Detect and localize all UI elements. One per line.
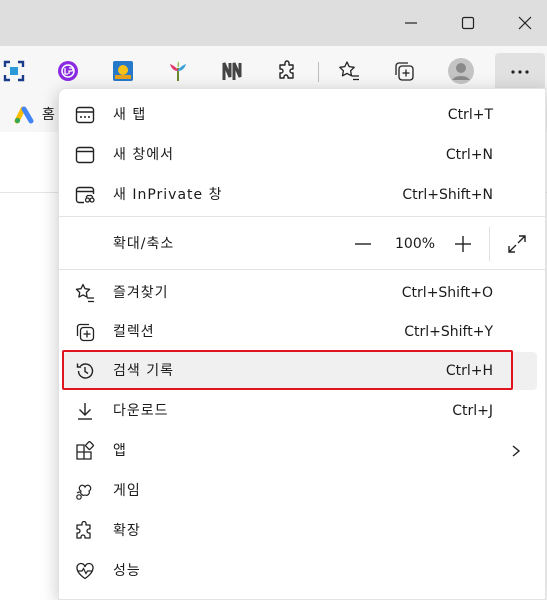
- more-horizontal-icon: [511, 70, 529, 74]
- puzzle-icon: [279, 60, 294, 79]
- menu-item-zoom: 확대/축소 100%: [63, 225, 537, 263]
- fullscreen-button[interactable]: [507, 225, 527, 263]
- new-inprivate-label: 새 InPrivate 창: [113, 187, 223, 203]
- maximize-button[interactable]: [440, 0, 496, 46]
- menu-item-collections[interactable]: 컬렉션 Ctrl+Shift+Y: [63, 313, 537, 351]
- menu-item-new-tab[interactable]: 새 탭 Ctrl+T: [63, 96, 537, 134]
- screen-capture-icon: [3, 60, 25, 82]
- fullscreen-expand-icon: [508, 235, 526, 253]
- settings-and-more-button[interactable]: [495, 53, 545, 91]
- new-window-icon: [75, 146, 95, 164]
- new-tab-shortcut: Ctrl+T: [447, 107, 493, 123]
- zoom-divider: [489, 227, 490, 261]
- downloads-label: 다운로드: [113, 403, 169, 419]
- collections-icon: [76, 323, 95, 342]
- new-window-shortcut: Ctrl+N: [445, 147, 493, 163]
- menu-item-performance[interactable]: 성능: [63, 552, 537, 590]
- weather-icon: [113, 61, 133, 81]
- title-bar: [0, 0, 547, 46]
- favorites-label: 즐겨찾기: [113, 285, 169, 301]
- puzzle-icon: [76, 521, 91, 539]
- plant-extension-button[interactable]: [162, 55, 194, 87]
- download-icon: [78, 403, 92, 420]
- collections-shortcut: Ctrl+Shift+Y: [404, 324, 493, 340]
- toolbar-divider: [318, 62, 319, 82]
- downloads-shortcut: Ctrl+J: [452, 403, 493, 419]
- settings-menu: 새 탭 Ctrl+T 새 창에서 Ctrl+N 새 InPrivate 창 Ct…: [58, 88, 546, 600]
- heart-pulse-icon: [76, 562, 94, 580]
- plus-icon: [455, 236, 471, 252]
- favorites-icon: [75, 283, 94, 303]
- new-window-label: 새 창에서: [113, 147, 174, 163]
- favorite-home-link[interactable]: 홈: [14, 104, 55, 124]
- favorites-toolbar-button[interactable]: [333, 55, 365, 87]
- performance-label: 성능: [113, 563, 141, 579]
- zoom-value: 100%: [395, 236, 436, 252]
- nn-extension-button[interactable]: [217, 55, 249, 87]
- menu-divider: [59, 216, 545, 217]
- apps-icon: [76, 441, 94, 460]
- games-icon: [76, 484, 92, 500]
- profile-button[interactable]: [445, 55, 477, 87]
- collections-icon: [395, 62, 414, 81]
- purple-extension-button[interactable]: [52, 55, 84, 87]
- new-tab-label: 새 탭: [113, 107, 147, 123]
- menu-item-new-inprivate[interactable]: 새 InPrivate 창 Ctrl+Shift+N: [63, 176, 537, 214]
- menu-item-new-window[interactable]: 새 창에서 Ctrl+N: [63, 136, 537, 174]
- extensions-label: 확장: [113, 523, 141, 539]
- zoom-out-button[interactable]: [353, 225, 373, 263]
- minimize-icon: [405, 22, 417, 24]
- google-ads-logo-icon: [14, 106, 34, 124]
- zoom-in-button[interactable]: [453, 225, 473, 263]
- favorites-star-list-icon: [339, 61, 359, 81]
- highlight-box: [62, 350, 513, 390]
- weather-extension-button[interactable]: [107, 55, 139, 87]
- menu-item-downloads[interactable]: 다운로드 Ctrl+J: [63, 392, 537, 430]
- zoom-label: 확대/축소: [113, 236, 175, 252]
- sprout-icon: [170, 61, 186, 81]
- menu-item-extensions[interactable]: 확장: [63, 512, 537, 550]
- games-label: 게임: [113, 483, 141, 499]
- screen-capture-extension-button[interactable]: [0, 55, 30, 87]
- favorite-home-label: 홈: [42, 107, 55, 123]
- minus-icon: [355, 243, 371, 245]
- extensions-button[interactable]: [272, 55, 304, 87]
- close-icon: [518, 16, 532, 30]
- new-inprivate-shortcut: Ctrl+Shift+N: [402, 187, 493, 203]
- purple-circle-logo-icon: [58, 61, 78, 81]
- collections-toolbar-button[interactable]: [388, 55, 420, 87]
- apps-label: 앱: [113, 443, 127, 459]
- nn-logo-icon: [222, 62, 242, 80]
- menu-divider: [59, 269, 545, 270]
- maximize-icon: [461, 16, 475, 30]
- new-tab-icon: [75, 106, 95, 124]
- close-button[interactable]: [497, 0, 547, 46]
- collections-label: 컬렉션: [113, 324, 155, 340]
- avatar: [448, 58, 474, 84]
- inprivate-icon: [75, 186, 95, 204]
- menu-item-favorites[interactable]: 즐겨찾기 Ctrl+Shift+O: [63, 274, 537, 312]
- menu-item-apps[interactable]: 앱: [63, 432, 537, 470]
- minimize-button[interactable]: [383, 0, 439, 46]
- favorites-shortcut: Ctrl+Shift+O: [401, 285, 493, 301]
- menu-item-games[interactable]: 게임: [63, 472, 537, 510]
- chevron-right-icon: [512, 445, 521, 457]
